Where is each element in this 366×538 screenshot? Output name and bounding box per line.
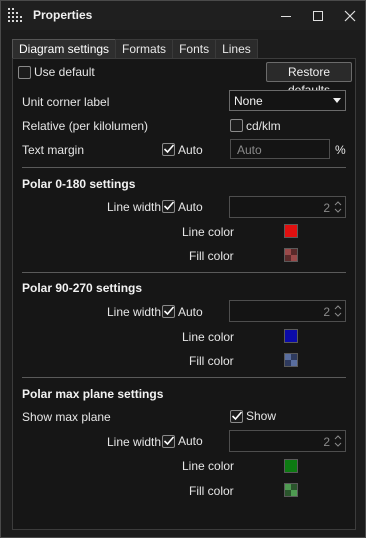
polar-90-270-auto-label: Auto: [178, 305, 203, 319]
spin-arrows-icon[interactable]: [334, 303, 342, 319]
polar-0-180-heading: Polar 0-180 settings: [22, 177, 136, 191]
restore-defaults-button[interactable]: Restore defaults: [266, 62, 352, 97]
spin-arrows-icon[interactable]: [334, 433, 342, 449]
show-max-plane-show-label: Show: [246, 409, 277, 423]
polar-0-180-line-color-label: Line color: [182, 225, 235, 239]
polar-0-180-auto-checkbox[interactable]: [162, 200, 175, 213]
app-grid-icon: [8, 8, 24, 24]
polar-0-180-line-width-label: Line width: [107, 200, 162, 214]
checkmark-icon: [163, 144, 175, 154]
spin-arrows-icon[interactable]: [334, 199, 342, 215]
polar-0-180-line-color-swatch[interactable]: [284, 224, 298, 238]
polar-0-180-line-width-value: 2: [323, 201, 330, 215]
cd-klm-label: cd/klm: [246, 119, 281, 133]
polar-90-270-line-color-label: Line color: [182, 330, 235, 344]
minimize-button[interactable]: [270, 1, 302, 30]
divider: [22, 377, 346, 378]
properties-window: Properties Diagram settings Formats Font…: [0, 0, 366, 538]
polar-90-270-fill-color-swatch[interactable]: [284, 353, 298, 367]
polar-0-180-fill-color-swatch[interactable]: [284, 248, 298, 262]
polar-90-270-auto-checkbox[interactable]: [162, 305, 175, 318]
checkmark-icon: [163, 436, 175, 446]
close-button[interactable]: [334, 1, 366, 30]
use-default-checkbox[interactable]: [18, 66, 31, 79]
polar-max-heading: Polar max plane settings: [22, 387, 164, 401]
polar-max-fill-color-label: Fill color: [189, 484, 234, 498]
polar-90-270-fill-color-label: Fill color: [189, 354, 234, 368]
divider: [22, 167, 346, 168]
show-max-plane-checkbox[interactable]: [230, 410, 243, 423]
text-margin-auto-checkbox[interactable]: [162, 143, 175, 156]
tab-lines[interactable]: Lines: [215, 39, 258, 59]
checkmark-icon: [163, 306, 175, 316]
tab-formats[interactable]: Formats: [115, 39, 174, 59]
polar-max-line-color-swatch[interactable]: [284, 459, 298, 473]
polar-90-270-line-color-swatch[interactable]: [284, 329, 298, 343]
polar-90-270-heading: Polar 90-270 settings: [22, 281, 143, 295]
text-margin-label: Text margin: [22, 143, 85, 157]
checkmark-icon: [163, 201, 175, 211]
polar-0-180-auto-label: Auto: [178, 200, 203, 214]
minimize-icon: [281, 15, 291, 17]
divider: [22, 272, 346, 273]
unit-corner-label: Unit corner label: [22, 95, 110, 109]
close-icon: [344, 10, 356, 21]
polar-90-270-line-width-value: 2: [323, 305, 330, 319]
text-margin-unit: %: [335, 143, 346, 157]
title-bar: Properties: [1, 1, 365, 30]
polar-max-auto-label: Auto: [178, 434, 203, 448]
polar-max-fill-color-swatch[interactable]: [284, 483, 298, 497]
unit-corner-value: None: [234, 94, 263, 108]
maximize-icon: [313, 10, 323, 21]
polar-90-270-line-width-spinbox[interactable]: 2: [229, 300, 346, 322]
unit-corner-select[interactable]: None: [229, 90, 346, 111]
polar-max-line-width-value: 2: [323, 435, 330, 449]
text-margin-auto-label: Auto: [178, 143, 203, 157]
polar-max-auto-checkbox[interactable]: [162, 435, 175, 448]
polar-90-270-line-width-label: Line width: [107, 305, 162, 319]
diagram-settings-panel: Use default Restore defaults Unit corner…: [12, 58, 356, 530]
maximize-button[interactable]: [302, 1, 334, 30]
window-title: Properties: [33, 8, 93, 22]
tab-diagram-settings[interactable]: Diagram settings: [12, 39, 117, 59]
cd-klm-checkbox[interactable]: [230, 119, 243, 132]
polar-0-180-fill-color-label: Fill color: [189, 249, 234, 263]
relative-label: Relative (per kilolumen): [22, 119, 149, 133]
text-margin-placeholder: Auto: [237, 143, 262, 157]
use-default-label: Use default: [34, 65, 95, 79]
polar-0-180-line-width-spinbox[interactable]: 2: [229, 196, 346, 218]
text-margin-input[interactable]: Auto: [230, 139, 330, 159]
tab-bar: Diagram settings Formats Fonts Lines: [12, 39, 258, 59]
show-max-plane-label: Show max plane: [22, 410, 111, 424]
polar-max-line-color-label: Line color: [182, 459, 235, 473]
checkmark-icon: [231, 411, 243, 421]
tab-fonts[interactable]: Fonts: [172, 39, 217, 59]
polar-max-line-width-label: Line width: [107, 435, 162, 449]
polar-max-line-width-spinbox[interactable]: 2: [229, 430, 346, 452]
chevron-down-icon: [333, 98, 341, 103]
